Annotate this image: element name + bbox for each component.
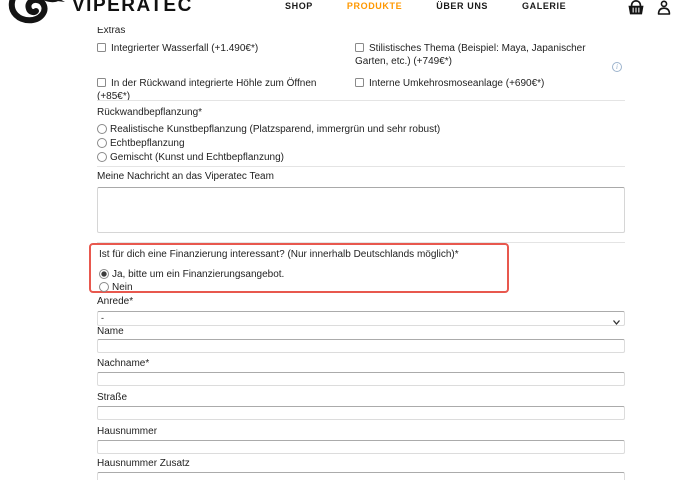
section-divider [97, 100, 625, 101]
extras-option-label: Interne Umkehrosmoseanlage (+690€*) [369, 78, 544, 89]
anrede-label: Anrede* [97, 296, 133, 308]
section-divider [97, 166, 625, 167]
financing-radio-ja[interactable] [99, 269, 109, 279]
rueckwand-option: Echtbepflanzung [97, 137, 440, 150]
financing-radio-nein[interactable] [99, 282, 109, 292]
financing-option-label: Ja, bitte um ein Finanzierungsangebot. [112, 269, 284, 280]
financing-option-label: Nein [112, 282, 133, 293]
nav-item-produkte[interactable]: PRODUKTE [347, 1, 402, 11]
rueckwand-option-label: Echtbepflanzung [110, 138, 185, 149]
extras-option-label: In der Rückwand integrierte Höhle zum Öf… [97, 78, 316, 102]
extras-option-label: Stilistisches Thema (Beispiel: Maya, Jap… [355, 43, 586, 67]
rueckwand-option: Realistische Kunstbepflanzung (Platzspar… [97, 123, 440, 136]
site-header: VIPERATEC SHOP PRODUKTE ÜBER UNS GALERIE [0, 0, 689, 27]
nav-item-galerie[interactable]: GALERIE [522, 1, 566, 11]
financing-option: Ja, bitte um ein Finanzierungsangebot. [99, 268, 499, 281]
name-label: Name [97, 326, 124, 338]
extras-option: Stilistisches Thema (Beispiel: Maya, Jap… [355, 42, 625, 68]
rueckwand-option-label: Realistische Kunstbepflanzung (Platzspar… [110, 124, 440, 135]
main-nav: SHOP PRODUKTE ÜBER UNS GALERIE [285, 1, 566, 11]
message-label: Meine Nachricht an das Viperatec Team [97, 171, 274, 183]
snake-logo-icon [6, 0, 68, 28]
account-icon[interactable] [656, 0, 672, 21]
info-icon[interactable]: i [612, 62, 622, 72]
form-content: Extras Integrierter Wasserfall (+1.490€*… [97, 0, 625, 480]
rueckwand-radio-kunst[interactable] [97, 124, 107, 134]
nachname-label: Nachname* [97, 358, 149, 370]
extras-options: Integrierter Wasserfall (+1.490€*) Stili… [97, 42, 625, 112]
rueckwand-options: Realistische Kunstbepflanzung (Platzspar… [97, 123, 440, 165]
rueckwand-option: Gemischt (Kunst und Echtbepflanzung) [97, 151, 440, 164]
hausnummer-zusatz-input[interactable] [97, 472, 625, 480]
rueckwand-radio-echt[interactable] [97, 138, 107, 148]
extras-option: Integrierter Wasserfall (+1.490€*) [97, 42, 355, 68]
header-icons [627, 0, 672, 21]
nav-item-ueber-uns[interactable]: ÜBER UNS [436, 1, 488, 11]
nachname-input[interactable] [97, 372, 625, 386]
rueckwand-option-label: Gemischt (Kunst und Echtbepflanzung) [110, 152, 284, 163]
name-input[interactable] [97, 339, 625, 353]
extras-checkbox-thema[interactable] [355, 43, 364, 52]
strasse-input[interactable] [97, 406, 625, 420]
rueckwand-radio-gemischt[interactable] [97, 152, 107, 162]
extras-checkbox-hoehle[interactable] [97, 78, 106, 87]
brand-logo[interactable]: VIPERATEC [6, 0, 193, 28]
brand-name: VIPERATEC [72, 0, 193, 17]
hausnummer-zusatz-label: Hausnummer Zusatz [97, 458, 190, 470]
financing-question: Ist für dich eine Finanzierung interessa… [99, 249, 499, 261]
hausnummer-input[interactable] [97, 440, 625, 454]
anrede-select-wrap: - [97, 308, 625, 323]
strasse-label: Straße [97, 392, 127, 404]
anrede-select[interactable]: - [97, 311, 625, 326]
rueckwand-section-label: Rückwandbepflanzung* [97, 107, 202, 119]
extras-option-label: Integrierter Wasserfall (+1.490€*) [111, 43, 258, 54]
financing-option: Nein [99, 281, 499, 294]
page: Extras Integrierter Wasserfall (+1.490€*… [0, 0, 689, 480]
cart-icon[interactable] [627, 0, 645, 21]
financing-highlight-box: Ist für dich eine Finanzierung interessa… [89, 243, 509, 293]
extras-checkbox-umkehrosmose[interactable] [355, 78, 364, 87]
extras-checkbox-wasserfall[interactable] [97, 43, 106, 52]
message-textarea[interactable] [97, 187, 625, 233]
nav-item-shop[interactable]: SHOP [285, 1, 313, 11]
hausnummer-label: Hausnummer [97, 426, 157, 438]
